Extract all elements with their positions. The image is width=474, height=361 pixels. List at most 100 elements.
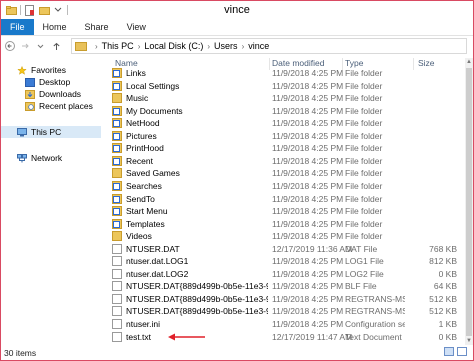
up-button[interactable] <box>50 39 62 53</box>
file-size: 512 KB <box>429 294 457 304</box>
file-icon <box>112 244 122 254</box>
tab-label: File <box>10 21 25 32</box>
back-button[interactable] <box>4 39 16 53</box>
file-date-modified: 11/9/2018 4:25 PM <box>272 256 344 266</box>
folder-shortcut-icon <box>112 143 122 153</box>
nav-item-network[interactable]: Network <box>17 152 62 164</box>
file-row[interactable]: Templates 11/9/2018 4:25 PM File folder <box>109 218 465 230</box>
nav-label: This PC <box>31 127 62 137</box>
file-date-modified: 11/9/2018 4:25 PM <box>272 93 344 103</box>
downloads-icon <box>25 89 35 99</box>
file-row[interactable]: NTUSER.DAT{889d499b-0b5e-11e3-93f9-... 11… <box>109 280 465 292</box>
file-type: LOG1 File <box>345 256 384 266</box>
details-view-icon[interactable] <box>444 347 454 356</box>
file-type: File folder <box>345 68 383 78</box>
folder-shortcut-icon <box>112 194 122 204</box>
window-title: vince <box>224 4 250 16</box>
title-bar: vince <box>1 1 473 19</box>
file-row[interactable]: Recent 11/9/2018 4:25 PM File folder <box>109 155 465 167</box>
file-type: File folder <box>345 81 383 91</box>
file-date-modified: 11/9/2018 4:25 PM <box>272 168 344 178</box>
pictures-folder-icon <box>112 131 122 141</box>
file-row[interactable]: Videos 11/9/2018 4:25 PM File folder <box>109 230 465 242</box>
file-icon <box>112 281 122 291</box>
tab-file[interactable]: File <box>1 19 34 35</box>
file-date-modified: 11/9/2018 4:25 PM <box>272 131 344 141</box>
file-name: Start Menu <box>126 206 168 216</box>
folder-shortcut-icon <box>112 81 122 91</box>
item-count: 30 items <box>4 348 37 358</box>
scroll-up-icon[interactable]: ▲ <box>465 58 473 66</box>
breadcrumb-local-disk[interactable]: Local Disk (C:) <box>144 41 203 51</box>
file-type: File folder <box>345 93 383 103</box>
file-row[interactable]: NTUSER.DAT 12/17/2019 11:36 AM DAT File 768… <box>109 243 465 255</box>
chevron-right-icon[interactable]: › <box>138 42 141 51</box>
tab-share[interactable]: Share <box>76 19 118 35</box>
file-row[interactable]: NTUSER.DAT{889d499b-0b5e-11e3-93f9-... 11… <box>109 305 465 317</box>
vertical-scrollbar[interactable]: ▲ ▼ <box>465 58 473 345</box>
file-row[interactable]: Local Settings 11/9/2018 4:25 PM File fold… <box>109 80 465 92</box>
file-type: BLF File <box>345 281 377 291</box>
file-date-modified: 11/9/2018 4:25 PM <box>272 194 344 204</box>
file-row[interactable]: ntuser.dat.LOG2 11/9/2018 4:25 PM LOG2 Fil… <box>109 268 465 280</box>
searches-folder-icon <box>112 181 122 191</box>
file-type: File folder <box>345 181 383 191</box>
file-row[interactable]: My Documents 11/9/2018 4:25 PM File folder <box>109 105 465 117</box>
file-row[interactable]: Start Menu 11/9/2018 4:25 PM File folder <box>109 205 465 217</box>
file-type: File folder <box>345 206 383 216</box>
address-bar-row: › This PC › Local Disk (C:) › Users › vi… <box>1 36 473 56</box>
breadcrumb-vince[interactable]: vince <box>248 41 269 51</box>
file-date-modified: 11/9/2018 4:25 PM <box>272 68 344 78</box>
tab-home[interactable]: Home <box>34 19 76 35</box>
tab-label: Share <box>84 21 109 32</box>
file-row[interactable]: Saved Games 11/9/2018 4:25 PM File folder <box>109 167 465 179</box>
file-type: File folder <box>345 194 383 204</box>
file-type: REGTRANS-MS File <box>345 294 405 304</box>
file-type: File folder <box>345 168 383 178</box>
file-row[interactable]: NTUSER.DAT{889d499b-0b5e-11e3-93f9-... 11… <box>109 293 465 305</box>
tab-view[interactable]: View <box>118 19 155 35</box>
file-row[interactable]: Links 11/9/2018 4:25 PM File folder <box>109 67 465 79</box>
nav-label: Recent places <box>39 101 93 111</box>
file-row[interactable]: test.txt 12/17/2019 11:47 AM Text Document… <box>109 331 465 343</box>
file-size: 64 KB <box>433 281 457 291</box>
file-row[interactable]: PrintHood 11/9/2018 4:25 PM File folder <box>109 142 465 154</box>
file-row[interactable]: ntuser.dat.LOG1 11/9/2018 4:25 PM LOG1 Fil… <box>109 255 465 267</box>
nav-item-downloads[interactable]: Downloads <box>25 88 81 100</box>
file-date-modified: 11/9/2018 4:25 PM <box>272 143 344 153</box>
file-icon <box>112 256 122 266</box>
chevron-right-icon[interactable]: › <box>207 42 210 51</box>
nav-item-desktop[interactable]: Desktop <box>25 76 70 88</box>
scroll-down-icon[interactable]: ▼ <box>465 337 473 345</box>
file-row[interactable]: Searches 11/9/2018 4:25 PM File folder <box>109 180 465 192</box>
file-icon <box>112 294 122 304</box>
file-row[interactable]: Pictures 11/9/2018 4:25 PM File folder <box>109 130 465 142</box>
settings-file-icon <box>112 319 122 329</box>
folder-icon <box>75 41 87 51</box>
chevron-right-icon[interactable]: › <box>242 42 245 51</box>
file-icon <box>112 306 122 316</box>
breadcrumb-users[interactable]: Users <box>214 41 238 51</box>
breadcrumb-this-pc[interactable]: This PC <box>102 41 134 51</box>
file-row[interactable]: Music 11/9/2018 4:25 PM File folder <box>109 92 465 104</box>
file-date-modified: 11/9/2018 4:25 PM <box>272 181 344 191</box>
chevron-right-icon[interactable]: › <box>95 42 98 51</box>
up-arrow-icon <box>52 42 60 50</box>
nav-item-recent-places[interactable]: Recent places <box>25 100 93 112</box>
file-date-modified: 11/9/2018 4:25 PM <box>272 156 344 166</box>
large-icons-view-icon[interactable] <box>457 347 467 356</box>
chevron-down-icon <box>37 44 43 48</box>
nav-item-favorites[interactable]: Favorites <box>17 64 66 76</box>
file-row[interactable]: SendTo 11/9/2018 4:25 PM File folder <box>109 193 465 205</box>
file-name: ntuser.dat.LOG2 <box>126 269 189 279</box>
music-folder-icon <box>112 93 122 103</box>
file-row[interactable]: ntuser.ini 11/9/2018 4:25 PM Configuration… <box>109 318 465 330</box>
nav-item-this-pc[interactable]: This PC <box>1 126 101 138</box>
address-input[interactable]: › This PC › Local Disk (C:) › Users › vi… <box>71 38 467 54</box>
nav-label: Favorites <box>31 65 66 75</box>
scrollbar-thumb[interactable] <box>466 68 472 336</box>
file-row[interactable]: NetHood 11/9/2018 4:25 PM File folder <box>109 117 465 129</box>
forward-button[interactable] <box>19 39 31 53</box>
recent-locations-button[interactable] <box>34 39 46 53</box>
file-name: Music <box>126 93 149 103</box>
